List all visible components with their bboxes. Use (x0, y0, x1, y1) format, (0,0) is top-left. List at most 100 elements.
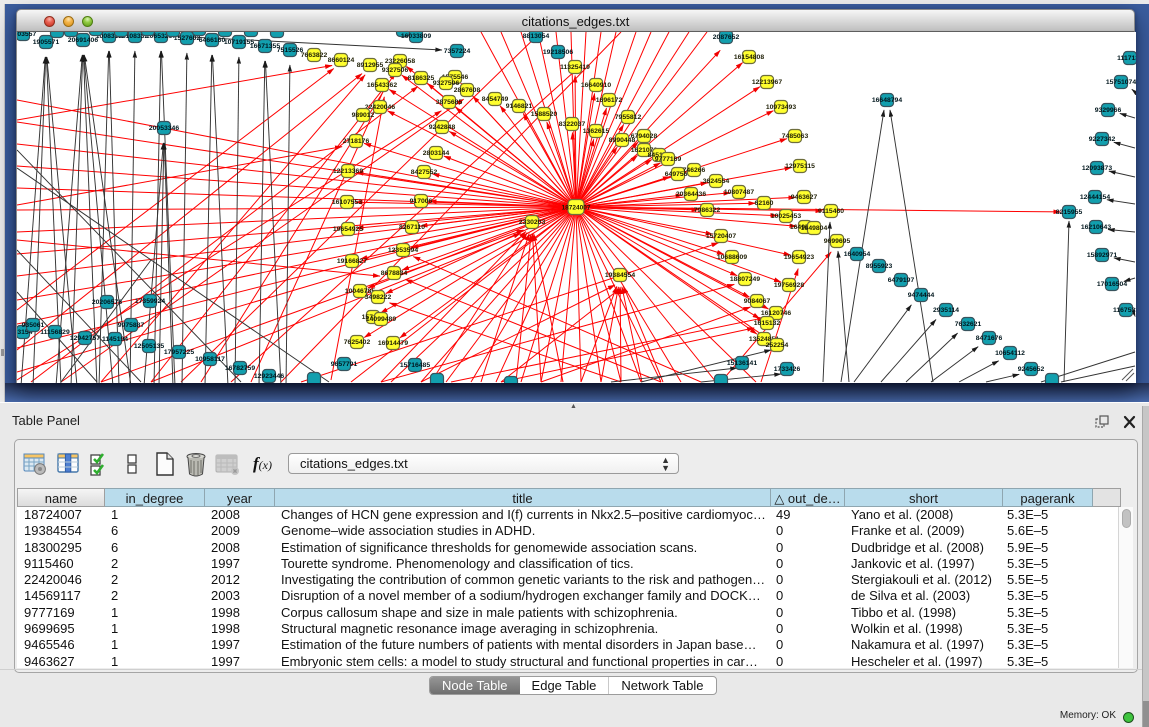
svg-text:12353594: 12353594 (388, 247, 418, 254)
svg-text:2330203: 2330203 (519, 219, 546, 226)
svg-text:1905571: 1905571 (33, 39, 60, 46)
svg-text:18807249: 18807249 (730, 276, 760, 283)
svg-text:1167533: 1167533 (1113, 307, 1136, 314)
svg-text:9975887: 9975887 (118, 322, 145, 329)
svg-text:7955812: 7955812 (615, 114, 642, 121)
svg-text:20206576: 20206576 (92, 299, 122, 306)
svg-text:9327506: 9327506 (433, 80, 460, 87)
svg-text:1649804: 1649804 (801, 225, 828, 232)
svg-text:9474444: 9474444 (908, 292, 935, 299)
svg-text:15136141: 15136141 (727, 360, 757, 367)
svg-text:19756928: 19756928 (774, 282, 804, 289)
svg-text:19654923: 19654923 (784, 254, 814, 261)
svg-text:2803144: 2803144 (423, 150, 450, 157)
svg-text:9699695: 9699695 (824, 238, 851, 245)
svg-text:15720407: 15720407 (706, 233, 736, 240)
svg-text:8454749: 8454749 (482, 96, 509, 103)
svg-text:9115460: 9115460 (818, 208, 844, 215)
svg-text:12213967: 12213967 (752, 79, 782, 86)
svg-text:20691406: 20691406 (68, 37, 98, 44)
svg-text:12975115: 12975115 (785, 163, 815, 170)
svg-text:19654925: 19654925 (333, 226, 363, 233)
svg-text:10973493: 10973493 (766, 104, 796, 111)
svg-text:2867608: 2867608 (454, 87, 481, 94)
svg-text:16107553: 16107553 (332, 199, 362, 206)
svg-text:12923446: 12923446 (254, 373, 284, 380)
svg-text:3875685: 3875685 (436, 99, 463, 106)
svg-text:7485063: 7485063 (782, 133, 809, 140)
svg-text:9327506: 9327506 (382, 67, 409, 74)
svg-text:14099489: 14099489 (366, 316, 396, 323)
svg-text:8813054: 8813054 (523, 33, 550, 40)
svg-text:15892971: 15892971 (1087, 252, 1117, 259)
svg-text:16648794: 16648794 (872, 97, 902, 104)
svg-text:9146821: 9146821 (506, 103, 533, 110)
svg-text:7515526: 7515526 (277, 47, 304, 54)
svg-text:9245652: 9245652 (1018, 366, 1045, 373)
svg-text:10688609: 10688609 (717, 254, 747, 261)
svg-text:7986322: 7986322 (694, 207, 721, 214)
svg-text:1362615: 1362615 (583, 128, 610, 135)
svg-text:8678834: 8678834 (381, 270, 408, 277)
svg-text:12942757: 12942757 (70, 335, 100, 342)
svg-text:8186325: 8186325 (408, 75, 435, 82)
svg-text:3624554: 3624554 (703, 178, 730, 185)
svg-text:9227342: 9227342 (1089, 136, 1116, 143)
svg-text:11156829: 11156829 (40, 329, 70, 336)
svg-text:935061: 935061 (22, 322, 45, 329)
svg-text:17359924: 17359924 (135, 298, 165, 305)
svg-text:6794028: 6794028 (631, 133, 658, 140)
svg-text:8660124: 8660124 (328, 57, 355, 64)
svg-text:1615132: 1615132 (754, 320, 781, 327)
svg-text:746266: 746266 (683, 167, 706, 174)
svg-text:16640910: 16640910 (581, 82, 611, 89)
svg-text:10025453: 10025453 (771, 213, 801, 220)
svg-text:12093873: 12093873 (1082, 165, 1112, 172)
svg-text:16914479: 16914479 (378, 340, 408, 347)
svg-text:10807487: 10807487 (724, 189, 754, 196)
svg-text:7632621: 7632621 (955, 321, 982, 328)
svg-text:8267110: 8267110 (399, 224, 425, 231)
svg-text:12213369: 12213369 (333, 168, 363, 175)
svg-text:9329966: 9329966 (1095, 107, 1122, 114)
svg-text:15716485: 15716485 (400, 362, 430, 369)
svg-text:1696172: 1696172 (596, 97, 623, 104)
svg-text:16782759: 16782759 (225, 365, 255, 372)
svg-text:917006: 917006 (410, 198, 433, 205)
svg-text:12505135: 12505135 (134, 343, 164, 350)
svg-text:11325419: 11325419 (560, 64, 590, 71)
svg-text:12444154: 12444154 (1080, 194, 1110, 201)
svg-text:19166827: 19166827 (337, 258, 367, 265)
svg-text:8912955: 8912955 (357, 62, 384, 69)
svg-text:1733426: 1733426 (774, 366, 801, 373)
svg-text:6479197: 6479197 (888, 277, 915, 284)
svg-text:7625402: 7625402 (344, 339, 371, 346)
svg-text:1145194: 1145194 (102, 336, 128, 343)
svg-text:1640954: 1640954 (844, 251, 871, 258)
svg-text:17957225: 17957225 (164, 349, 194, 356)
svg-text:9084067: 9084067 (744, 298, 771, 305)
svg-text:8215955: 8215955 (1056, 209, 1083, 216)
svg-text:989012: 989012 (352, 112, 375, 119)
svg-text:17016504: 17016504 (1097, 281, 1127, 288)
svg-text:2087652: 2087652 (713, 34, 740, 41)
svg-text:16210643: 16210643 (1081, 224, 1111, 231)
svg-text:252254: 252254 (766, 342, 789, 349)
svg-text:1903557: 1903557 (17, 32, 36, 38)
svg-text:10958117: 10958117 (195, 356, 225, 363)
svg-text:9777169: 9777169 (655, 156, 682, 163)
svg-text:20053346: 20053346 (149, 125, 179, 132)
svg-text:9463627: 9463627 (791, 194, 818, 201)
svg-text:1117133: 1117133 (1117, 55, 1136, 62)
svg-text:18724007: 18724007 (562, 205, 591, 212)
svg-text:9657791: 9657791 (331, 361, 358, 368)
svg-text:9242848: 9242848 (429, 124, 456, 131)
svg-text:1588520: 1588520 (531, 111, 558, 118)
svg-text:16543362: 16543362 (367, 82, 397, 89)
svg-text:8427552: 8427552 (411, 169, 438, 176)
svg-text:6466160: 6466160 (199, 37, 226, 44)
svg-text:7357224: 7357224 (444, 48, 471, 55)
svg-text:7663822: 7663822 (301, 52, 328, 59)
svg-text:2935114: 2935114 (933, 307, 959, 314)
svg-text:8322037: 8322037 (559, 121, 586, 128)
